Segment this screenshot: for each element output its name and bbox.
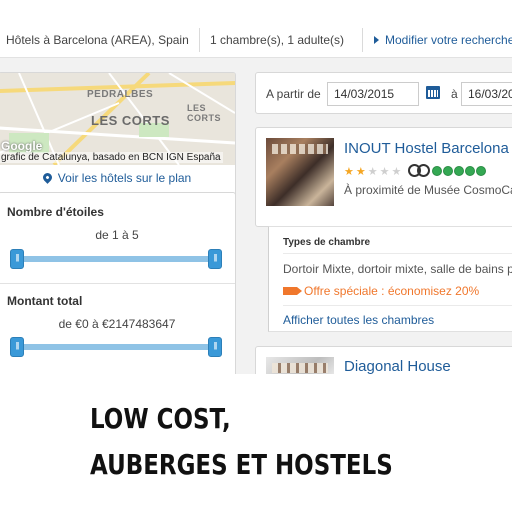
- destination-text: Hôtels à Barcelona (AREA), Spain: [6, 33, 189, 47]
- filters-panel: Nombre d'étoiles de 1 à 5 Montant total …: [0, 192, 236, 374]
- map-label-pedralbes: PEDRALBES: [87, 89, 154, 100]
- map-view[interactable]: PEDRALBES LES CORTS LES CORTS Google gra…: [0, 73, 235, 165]
- calendar-icon[interactable]: [426, 86, 440, 99]
- results-area: PEDRALBES LES CORTS LES CORTS Google gra…: [0, 58, 512, 374]
- tripadvisor-rating: [432, 163, 487, 181]
- stars-slider-min-handle[interactable]: [10, 249, 24, 269]
- divider: [283, 253, 512, 254]
- promo-line-1: LOW COST,: [90, 402, 231, 435]
- tripadvisor-owl-icon: [408, 163, 430, 177]
- price-slider-track[interactable]: [17, 344, 215, 350]
- occupancy-text: 1 chambre(s), 1 adulte(s): [210, 33, 345, 47]
- show-all-rooms-link[interactable]: Afficher toutes les chambres: [283, 313, 434, 327]
- map-label-les-corts-small: LES CORTS: [187, 103, 221, 123]
- stars-slider-max-handle[interactable]: [208, 249, 222, 269]
- tag-icon: [283, 287, 302, 295]
- to-date-label: à: [451, 87, 458, 101]
- price-slider-min-handle[interactable]: [10, 337, 24, 357]
- divider: [362, 28, 363, 52]
- stars-slider-track[interactable]: [17, 256, 215, 262]
- map-pin-icon: [40, 171, 54, 184]
- special-offer-label: Offre spéciale : économisez 20%: [304, 284, 480, 298]
- price-filter-title: Montant total: [7, 294, 83, 308]
- stars-filter-title: Nombre d'étoiles: [7, 205, 104, 219]
- modify-search-link[interactable]: Modifier votre recherche: [374, 33, 512, 47]
- divider: [0, 283, 235, 284]
- date-selector: A partir de à: [255, 72, 512, 114]
- map-label-les-corts: LES CORTS: [91, 113, 170, 128]
- from-date-input[interactable]: [327, 82, 419, 106]
- to-date-input[interactable]: [461, 82, 512, 106]
- price-filter-range: de €0 à €2147483647: [58, 317, 176, 331]
- hotel-photo[interactable]: [266, 138, 334, 206]
- price-slider-max-handle[interactable]: [208, 337, 222, 357]
- view-hotels-on-map-link[interactable]: Voir les hôtels sur le plan: [0, 171, 235, 185]
- promo-line-2: AUBERGES ET HOSTELS: [90, 448, 393, 481]
- promo-banner: LOW COST, AUBERGES ET HOSTELS: [0, 374, 512, 512]
- special-offer: Offre spéciale : économisez 20%: [283, 284, 479, 298]
- stars-filter-range: de 1 à 5: [95, 228, 139, 242]
- hotel-star-rating: ★★★★★: [344, 166, 404, 178]
- hotel-card: Diagonal House: [255, 346, 512, 374]
- map-attribution: grafic de Catalunya, basado en BCN IGN E…: [0, 152, 223, 163]
- divider: [283, 305, 512, 306]
- room-type-row[interactable]: Dortoir Mixte, dortoir mixte, salle de b…: [283, 262, 512, 276]
- hotel-name-link[interactable]: Diagonal House: [344, 358, 451, 374]
- room-types-panel: Types de chambre Dortoir Mixte, dortoir …: [268, 226, 512, 332]
- modify-search-label: Modifier votre recherche: [385, 33, 512, 47]
- search-summary-bar: Hôtels à Barcelona (AREA), Spain 1 chamb…: [0, 22, 512, 58]
- from-date-label: A partir de: [266, 87, 321, 101]
- caret-right-icon: [374, 36, 379, 44]
- room-types-header: Types de chambre: [283, 237, 371, 248]
- hotel-proximity: À proximité de Musée CosmoCaixa: [344, 183, 512, 197]
- hotel-card: INOUT Hostel Barcelona ★★★★★ À proximité…: [255, 127, 512, 227]
- view-hotels-on-map-label: Voir les hôtels sur le plan: [57, 171, 192, 185]
- divider: [199, 28, 200, 52]
- google-logo: Google: [1, 139, 43, 153]
- hotel-photo[interactable]: [266, 357, 334, 374]
- hotel-name-link[interactable]: INOUT Hostel Barcelona: [344, 140, 509, 157]
